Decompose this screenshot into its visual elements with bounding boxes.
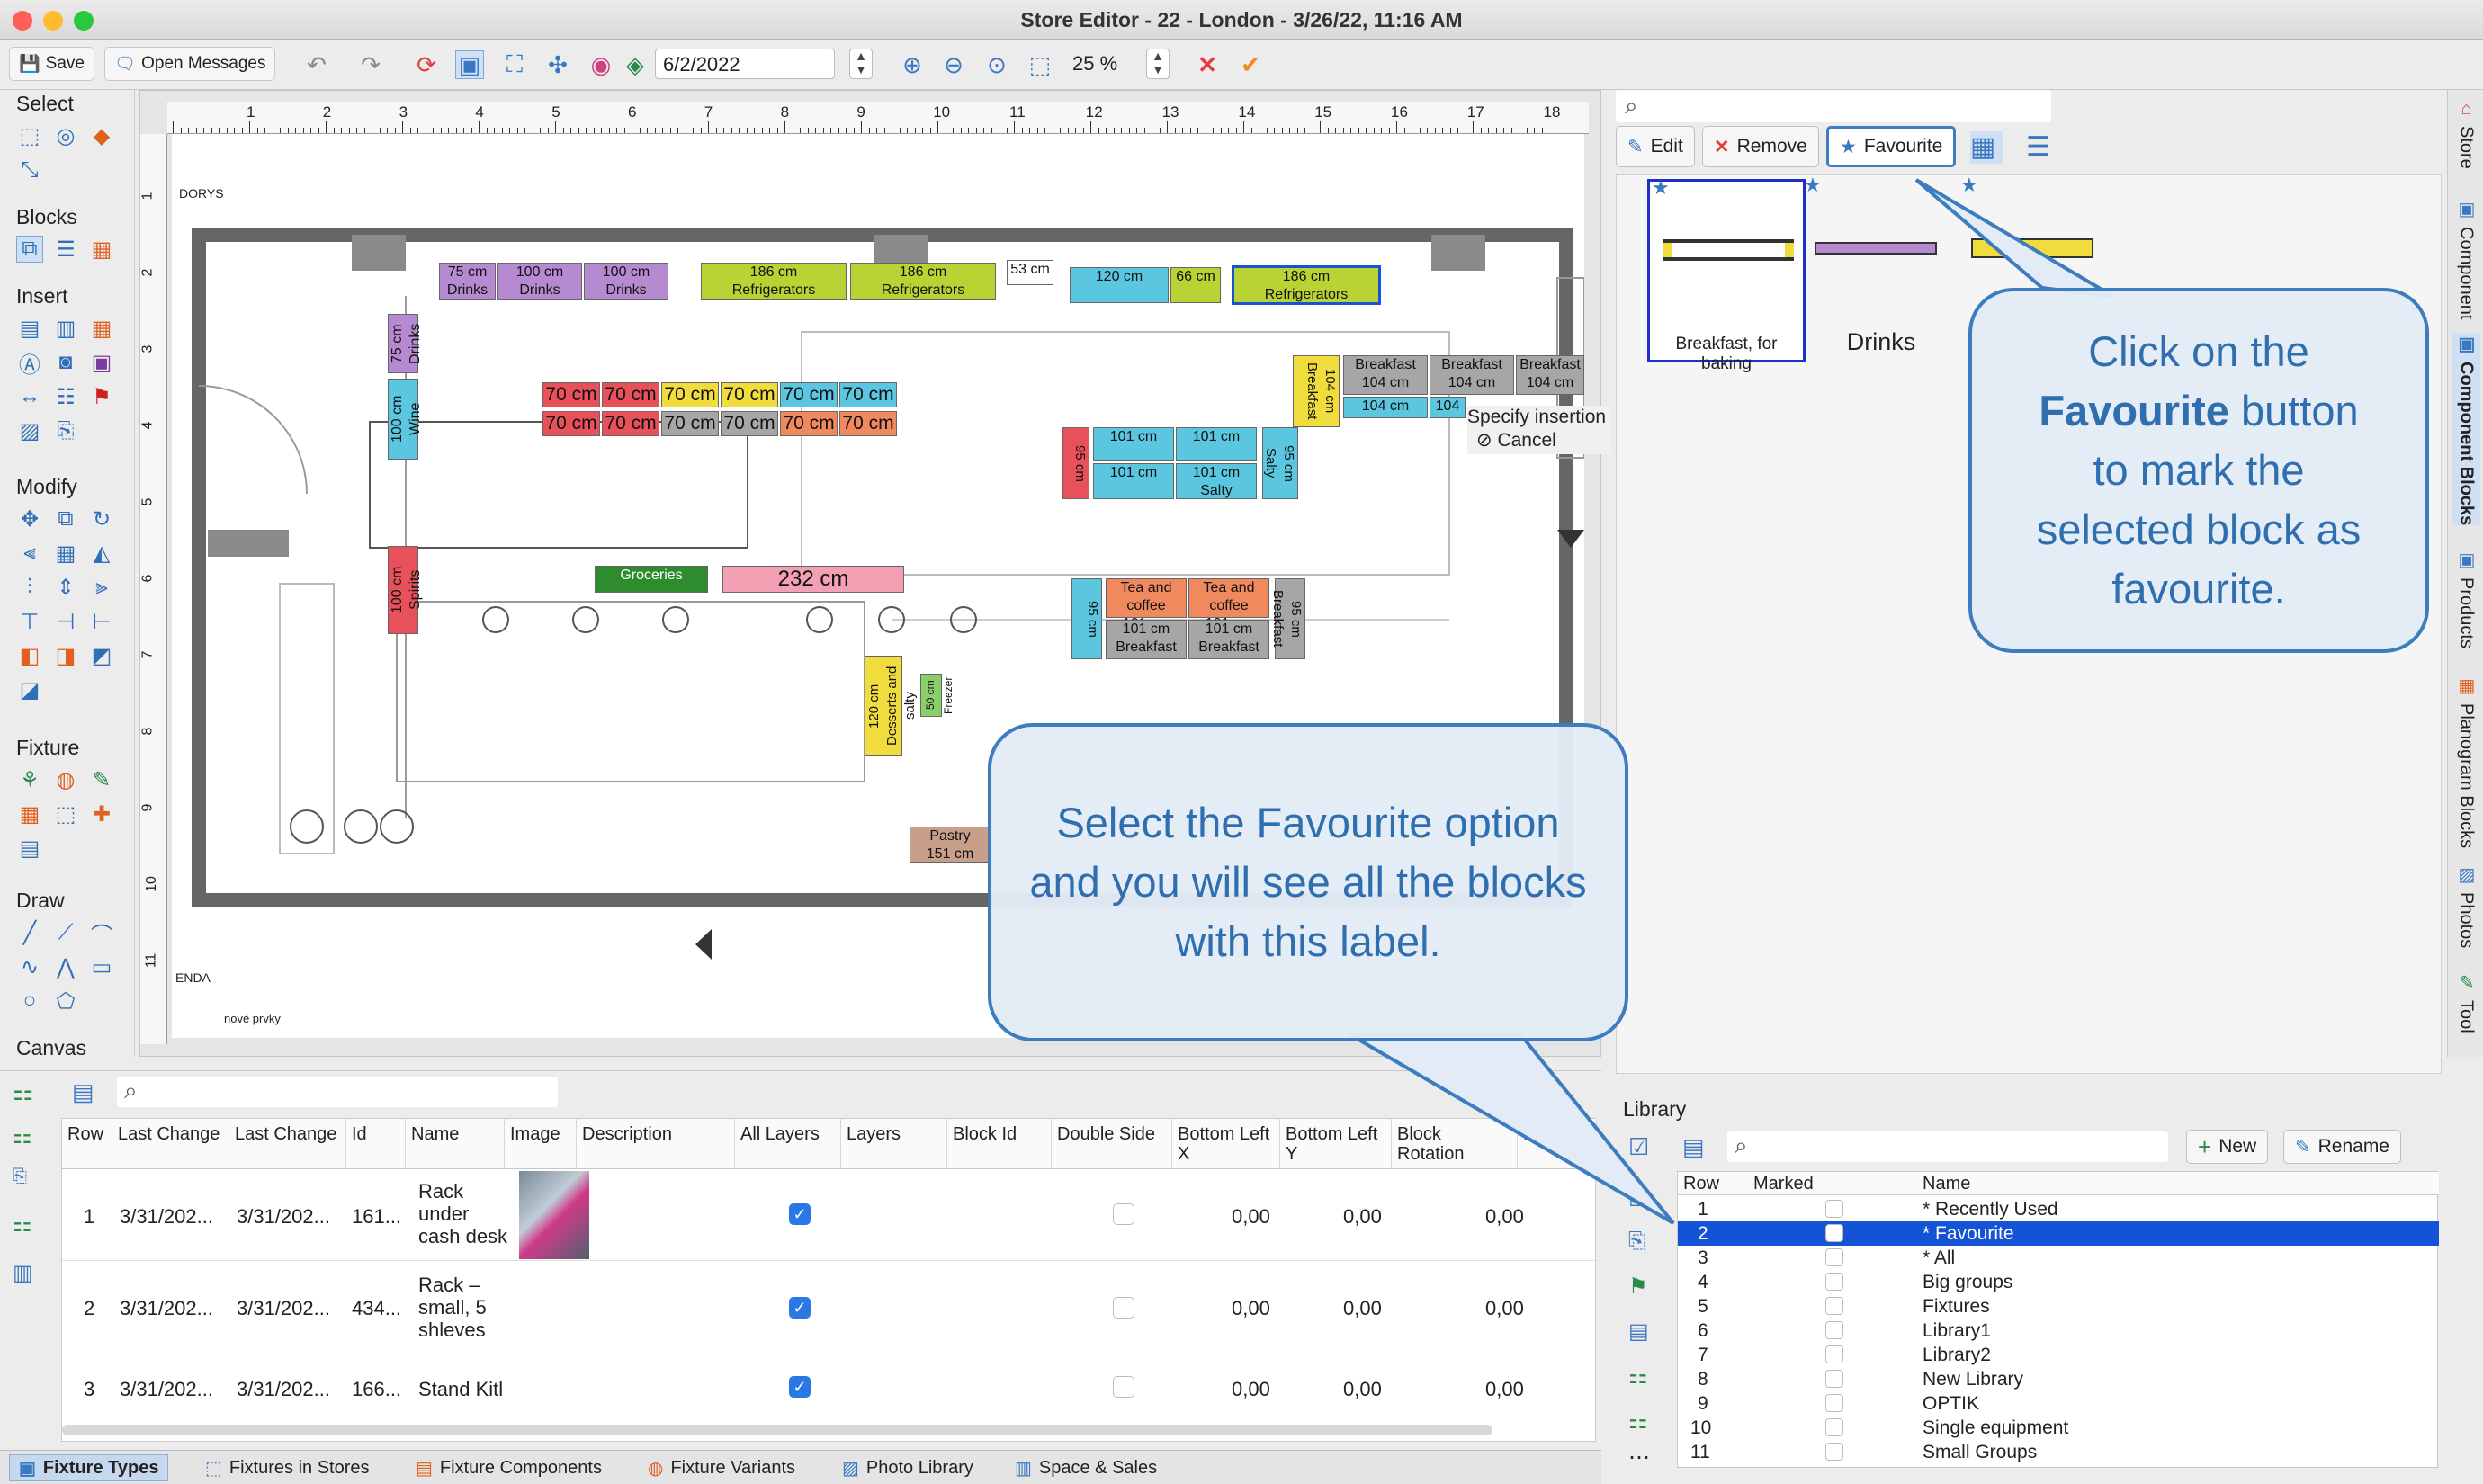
callout1-line1: Click on the: [2088, 327, 2309, 375]
callout1-line4: selected block as: [2036, 505, 2362, 553]
callout1-bold: Favourite: [2039, 387, 2229, 434]
callout-favourite-button: Click on the Favourite button to mark th…: [1968, 288, 2429, 653]
callout1-line5: favourite.: [2111, 565, 2286, 612]
callout1-line3: to mark the: [2093, 446, 2305, 494]
callout1-line2: button: [2228, 387, 2359, 434]
callout-favourite-option: Select the Favourite option and you will…: [988, 723, 1628, 1041]
callout-favourite-text: Click on the Favourite button to mark th…: [2037, 322, 2362, 619]
app-window: Store Editor - 22 - London - 3/26/22, 11…: [0, 0, 2483, 1484]
